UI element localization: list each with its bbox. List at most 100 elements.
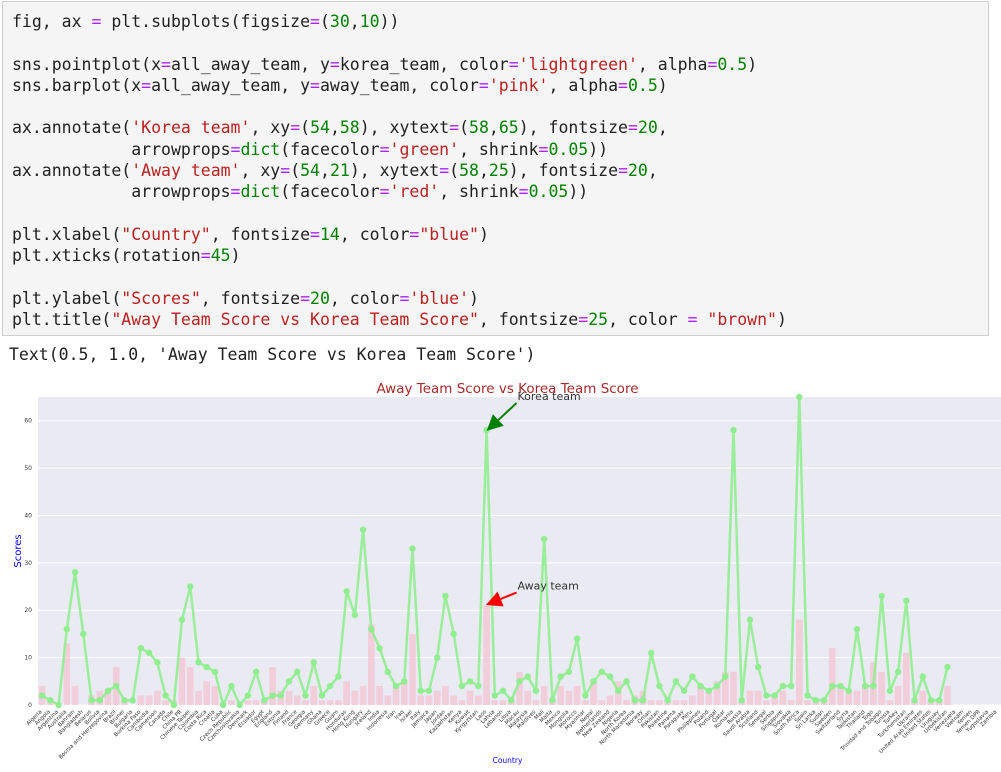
- bar: [359, 686, 367, 705]
- code-token: 20: [637, 118, 658, 138]
- point: [936, 697, 943, 704]
- point: [829, 682, 836, 690]
- bar: [886, 700, 894, 705]
- code-token: ): [657, 75, 668, 95]
- bar: [466, 690, 474, 705]
- code-token: ): [469, 288, 479, 308]
- code-token: 0.5: [717, 54, 748, 74]
- point: [911, 697, 918, 704]
- bar: [186, 667, 194, 705]
- bar: [491, 700, 499, 705]
- point: [870, 682, 877, 690]
- code-token: 20: [310, 288, 330, 308]
- code-editor[interactable]: fig, ax = plt.subplots(figsize=(30,10)) s…: [12, 11, 787, 330]
- bar: [606, 695, 614, 705]
- code-token: plt.xlabel(: [12, 224, 122, 244]
- code-token: =: [618, 161, 628, 181]
- point: [96, 697, 103, 704]
- bar: [582, 700, 589, 705]
- bar: [598, 700, 606, 705]
- code-token: ): [776, 310, 787, 330]
- code-token: =: [409, 224, 420, 244]
- code-token: ), fontsize: [518, 118, 628, 138]
- point: [903, 597, 910, 604]
- point: [55, 701, 62, 709]
- point: [244, 692, 252, 699]
- point: [384, 668, 392, 676]
- point: [754, 663, 762, 671]
- code-token: "brown": [707, 310, 777, 330]
- point: [540, 535, 548, 543]
- point: [80, 630, 87, 638]
- code-token: =: [200, 246, 211, 266]
- code-token: plt.ylabel(: [12, 288, 122, 308]
- point: [697, 682, 704, 690]
- point: [392, 682, 400, 690]
- code-token: , fontsize: [210, 224, 311, 244]
- code-token: =: [230, 182, 241, 202]
- code-token: all_away_team, y: [170, 54, 330, 74]
- bar: [565, 690, 573, 705]
- y-tick-label: 40: [24, 512, 32, 519]
- code-token: 0.05: [548, 139, 589, 159]
- y-tick-label: 60: [24, 418, 32, 425]
- code-token: away_team, color: [319, 75, 479, 95]
- point: [170, 701, 178, 709]
- code-token: ,: [488, 118, 499, 138]
- code-token: 25: [588, 310, 609, 330]
- y-tick-label: 10: [24, 655, 32, 662]
- point: [425, 687, 433, 694]
- code-token: =: [628, 118, 638, 138]
- code-token: 0.5: [627, 75, 658, 95]
- code-token: plt.title(: [12, 310, 112, 330]
- code-cell[interactable]: fig, ax = plt.subplots(figsize=(30,10)) s…: [2, 1, 989, 336]
- point: [104, 687, 112, 694]
- code-token: , color: [339, 224, 410, 244]
- y-tick-label: 50: [24, 465, 32, 472]
- code-token: =: [538, 139, 549, 159]
- code-token: "Away Team Score vs Korea Team Score": [111, 310, 479, 330]
- bar: [903, 652, 910, 705]
- bar: [475, 695, 482, 705]
- code-token: , alpha: [548, 75, 619, 95]
- point: [409, 545, 416, 552]
- code-line: plt.ylabel("Scores", fontsize=20, color=…: [12, 288, 787, 309]
- bar: [376, 686, 383, 705]
- code-token: ,: [478, 161, 489, 181]
- point: [623, 678, 630, 685]
- code-token: =: [578, 310, 589, 330]
- point: [861, 682, 869, 690]
- bar: [137, 695, 145, 705]
- point: [639, 697, 647, 704]
- code-token: ,: [320, 161, 330, 181]
- annotation-label: Away team: [518, 580, 579, 593]
- bar: [944, 686, 951, 705]
- point: [672, 678, 680, 685]
- code-token: =: [379, 139, 390, 159]
- code-line: sns.pointplot(x=all_away_team, y=korea_t…: [12, 54, 787, 75]
- point: [442, 592, 449, 600]
- code-token: ): [230, 246, 241, 266]
- bar: [269, 667, 276, 705]
- code-token: (: [449, 161, 460, 181]
- point: [129, 697, 136, 704]
- point: [211, 668, 219, 676]
- point: [738, 697, 745, 704]
- point: [787, 682, 795, 690]
- code-token: plt.xticks(rotation: [12, 246, 201, 266]
- code-token: "Country": [121, 224, 211, 244]
- point: [516, 678, 523, 685]
- point: [145, 649, 153, 657]
- bar: [343, 681, 350, 705]
- point: [565, 668, 573, 676]
- point: [368, 625, 375, 633]
- point: [746, 616, 754, 623]
- code-token: , alpha: [637, 54, 708, 74]
- code-token: (: [459, 118, 470, 138]
- point: [845, 687, 852, 694]
- point: [466, 678, 474, 685]
- code-token: =: [508, 54, 519, 74]
- point: [38, 692, 46, 699]
